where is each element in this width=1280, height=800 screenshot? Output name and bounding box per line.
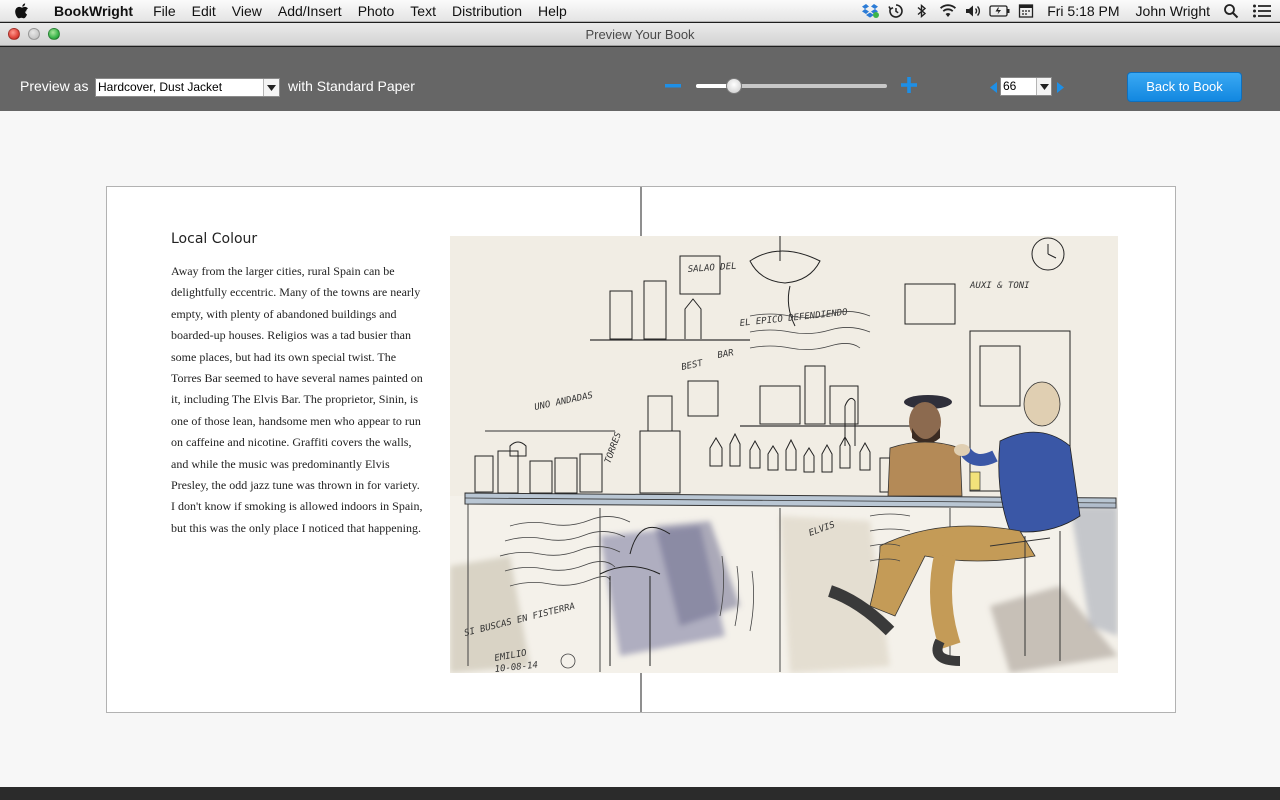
zoom-slider[interactable] bbox=[696, 78, 887, 94]
dropbox-icon[interactable] bbox=[857, 0, 883, 22]
chevron-down-icon[interactable] bbox=[263, 79, 279, 96]
menubar-clock[interactable]: Fri 5:18 PM bbox=[1039, 0, 1127, 22]
notification-center-icon[interactable] bbox=[1244, 0, 1280, 22]
preview-toolbar: Preview as Hardcover, Dust Jacket with S… bbox=[0, 47, 1280, 111]
window-controls bbox=[8, 28, 60, 40]
window-titlebar: Preview Your Book bbox=[0, 23, 1280, 46]
volume-icon[interactable] bbox=[961, 0, 987, 22]
app-name-menu[interactable]: BookWright bbox=[44, 0, 145, 22]
minimize-window-button[interactable] bbox=[28, 28, 40, 40]
zoom-out-button[interactable] bbox=[664, 76, 682, 96]
paper-type-label: with Standard Paper bbox=[288, 78, 415, 94]
page-heading: Local Colour bbox=[171, 231, 258, 247]
next-page-button[interactable] bbox=[1054, 78, 1066, 96]
zoom-window-button[interactable] bbox=[48, 28, 60, 40]
preview-canvas: Local Colour Away from the larger cities… bbox=[0, 111, 1280, 787]
page-body-text: Away from the larger cities, rural Spain… bbox=[171, 264, 423, 535]
menu-view[interactable]: View bbox=[224, 0, 270, 22]
window-title: Preview Your Book bbox=[585, 26, 695, 42]
book-format-value: Hardcover, Dust Jacket bbox=[98, 80, 223, 94]
back-to-book-button[interactable]: Back to Book bbox=[1127, 72, 1242, 102]
previous-page-button[interactable] bbox=[987, 78, 999, 96]
bottom-edge bbox=[0, 787, 1280, 800]
page-number-value: 66 bbox=[1003, 79, 1017, 93]
menu-file[interactable]: File bbox=[145, 0, 184, 22]
zoom-slider-thumb[interactable] bbox=[726, 78, 743, 94]
book-format-select[interactable]: Hardcover, Dust Jacket bbox=[95, 78, 280, 97]
menu-photo[interactable]: Photo bbox=[350, 0, 403, 22]
page-number-select[interactable]: 66 bbox=[1000, 77, 1052, 96]
graffiti-text: AUXI & TONI bbox=[969, 281, 1030, 291]
system-menubar: BookWright File Edit View Add/Insert Pho… bbox=[0, 0, 1280, 22]
menu-text[interactable]: Text bbox=[402, 0, 444, 22]
chevron-down-icon[interactable] bbox=[1036, 78, 1051, 95]
menu-edit[interactable]: Edit bbox=[184, 0, 224, 22]
menu-help[interactable]: Help bbox=[530, 0, 575, 22]
calendar-icon[interactable] bbox=[1013, 0, 1039, 22]
time-machine-icon[interactable] bbox=[883, 0, 909, 22]
preview-as-label: Preview as bbox=[20, 78, 89, 94]
menu-add-insert[interactable]: Add/Insert bbox=[270, 0, 350, 22]
menubar-user[interactable]: John Wright bbox=[1128, 0, 1218, 22]
bar-sketch-image: SALAO DEL BAR BEST AUXI & TONI EL EPICO … bbox=[450, 236, 1118, 673]
zoom-in-button[interactable] bbox=[899, 75, 919, 95]
close-window-button[interactable] bbox=[8, 28, 20, 40]
spotlight-search-icon[interactable] bbox=[1218, 0, 1244, 22]
menu-distribution[interactable]: Distribution bbox=[444, 0, 530, 22]
book-spread: Local Colour Away from the larger cities… bbox=[106, 186, 1176, 713]
wifi-icon[interactable] bbox=[935, 0, 961, 22]
battery-icon[interactable] bbox=[987, 0, 1013, 22]
apple-menu-icon[interactable] bbox=[0, 0, 44, 22]
bluetooth-icon[interactable] bbox=[909, 0, 935, 22]
